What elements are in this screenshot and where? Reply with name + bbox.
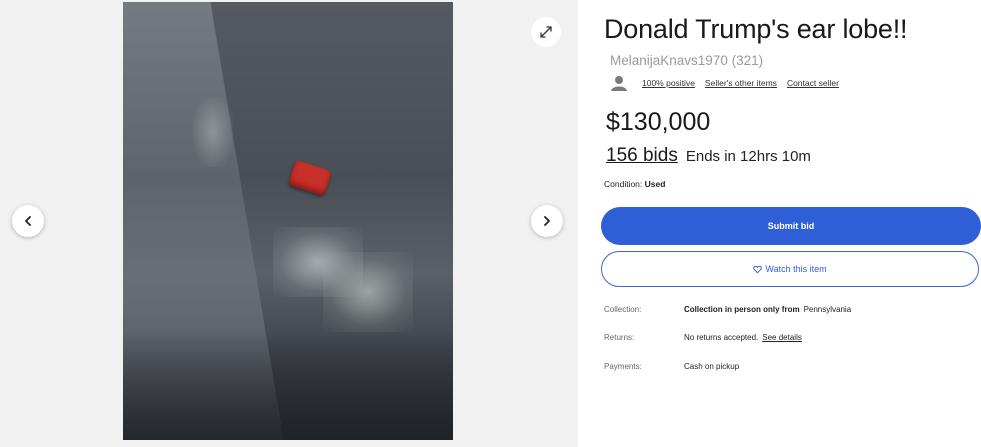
condition-value: Used	[644, 179, 666, 189]
returns-value: No returns accepted. See details	[684, 333, 802, 342]
watch-item-button[interactable]: Watch this item	[601, 251, 979, 287]
current-price: $130,000	[606, 108, 711, 136]
user-icon	[611, 76, 627, 91]
photo-shadow	[123, 332, 453, 440]
photo-reflection	[323, 252, 413, 332]
seller-name[interactable]: MelanijaKnavs1970 (321)	[610, 53, 763, 68]
image-gallery	[0, 0, 578, 447]
time-remaining: Ends in 12hrs 10m	[685, 148, 811, 165]
chevron-right-icon	[544, 216, 550, 226]
listing-title: Donald Trump's ear lobe!!	[604, 14, 908, 44]
collection-location: Pennsylvania	[803, 305, 852, 314]
listing-page: Donald Trump's ear lobe!! MelanijaKnavs1…	[0, 0, 981, 447]
chevron-left-icon	[25, 216, 31, 226]
photo-reflection	[193, 97, 233, 167]
submit-bid-label: Submit bid	[767, 221, 815, 231]
see-details-link[interactable]: See details	[762, 333, 802, 342]
expand-icon	[540, 26, 552, 38]
payments-value: Cash on pickup	[684, 362, 740, 371]
feedback-link[interactable]: 100% positive	[642, 78, 695, 88]
watch-item-label: Watch this item	[765, 264, 827, 274]
collection-value: Collection in person only from Pennsylvan…	[684, 305, 851, 314]
item-condition: Condition: Used	[604, 179, 665, 189]
bid-count-link[interactable]: 156 bids	[606, 145, 678, 167]
seller-links: 100% positive Seller's other items Conta…	[610, 74, 849, 92]
listing-details: Donald Trump's ear lobe!! MelanijaKnavs1…	[600, 0, 981, 447]
condition-label: Condition:	[604, 179, 643, 189]
expand-image-button[interactable]	[531, 17, 561, 47]
red-object	[287, 159, 333, 197]
previous-image-button[interactable]	[12, 205, 44, 237]
contact-seller-link[interactable]: Contact seller	[787, 78, 839, 88]
seller-other-items-link[interactable]: Seller's other items	[705, 78, 777, 88]
collection-label: Collection:	[604, 305, 642, 314]
item-photo[interactable]	[123, 2, 453, 440]
collection-method: Collection in person only from	[684, 305, 800, 314]
heart-icon	[753, 265, 763, 273]
returns-label: Returns:	[604, 333, 635, 342]
payments-label: Payments:	[604, 362, 642, 371]
bids-row: 156 bids Ends in 12hrs 10m	[606, 145, 811, 167]
next-image-button[interactable]	[531, 205, 563, 237]
submit-bid-button[interactable]: Submit bid	[601, 207, 981, 245]
returns-policy: No returns accepted.	[684, 333, 759, 342]
